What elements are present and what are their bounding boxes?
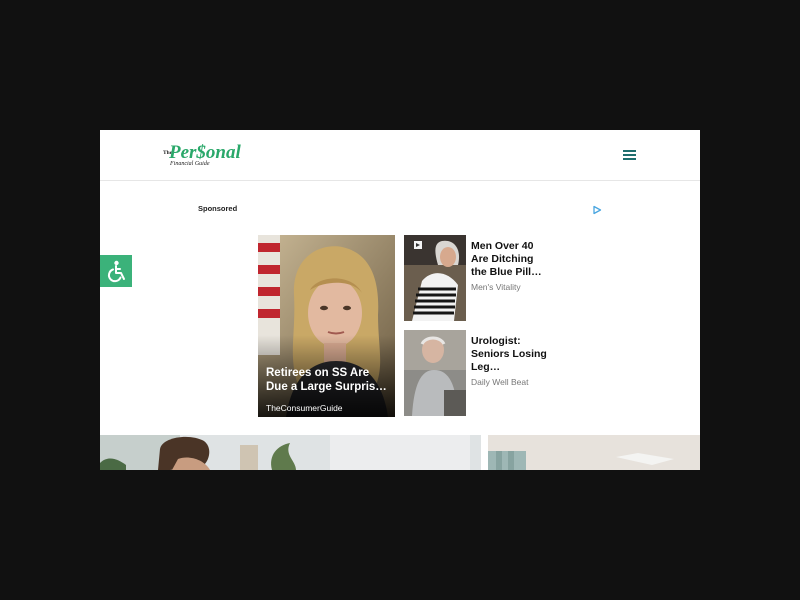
ad-side-2-title: Urologist: Seniors Losing Leg… bbox=[471, 335, 547, 373]
logo-main-text: Per$onal bbox=[168, 142, 242, 163]
adchoices-play-icon[interactable] bbox=[592, 202, 602, 215]
ad-card-side-1[interactable]: Men Over 40 Are Ditching the Blue Pill… … bbox=[404, 235, 554, 322]
ad-side-1-image bbox=[404, 235, 466, 321]
sponsored-ad-block: Sponsored Retirees on SS Are Due a Large… bbox=[100, 181, 700, 434]
ad-main-title: Retirees on SS Are Due a Large Surpris… bbox=[266, 367, 387, 393]
wheelchair-icon bbox=[107, 260, 125, 283]
ad-side-2-image bbox=[404, 330, 466, 416]
accessibility-button[interactable] bbox=[100, 255, 132, 287]
site-logo[interactable]: The Per$onal Financial Guide bbox=[162, 138, 248, 172]
ad-card-side-2[interactable]: Urologist: Seniors Losing Leg… Daily Wel… bbox=[404, 330, 554, 417]
ad-side-1-title: Men Over 40 Are Ditching the Blue Pill… bbox=[471, 240, 542, 278]
logo-sub-text: Financial Guide bbox=[169, 161, 210, 167]
article-thumbnail-2[interactable] bbox=[488, 435, 700, 470]
article-thumbnails bbox=[100, 435, 700, 470]
sponsored-label: Sponsored bbox=[198, 204, 238, 213]
hamburger-menu-icon[interactable] bbox=[621, 148, 639, 162]
ad-card-main[interactable]: Retirees on SS Are Due a Large Surpris… … bbox=[258, 235, 395, 417]
page-viewport: The Per$onal Financial Guide Sponsored R… bbox=[100, 130, 700, 470]
site-header: The Per$onal Financial Guide bbox=[100, 130, 700, 181]
ad-main-source: TheConsumerGuide bbox=[266, 403, 343, 413]
ad-side-1-source: Men's Vitality bbox=[471, 282, 521, 292]
article-thumbnail-1[interactable] bbox=[100, 435, 481, 470]
ad-side-2-source: Daily Well Beat bbox=[471, 377, 529, 387]
